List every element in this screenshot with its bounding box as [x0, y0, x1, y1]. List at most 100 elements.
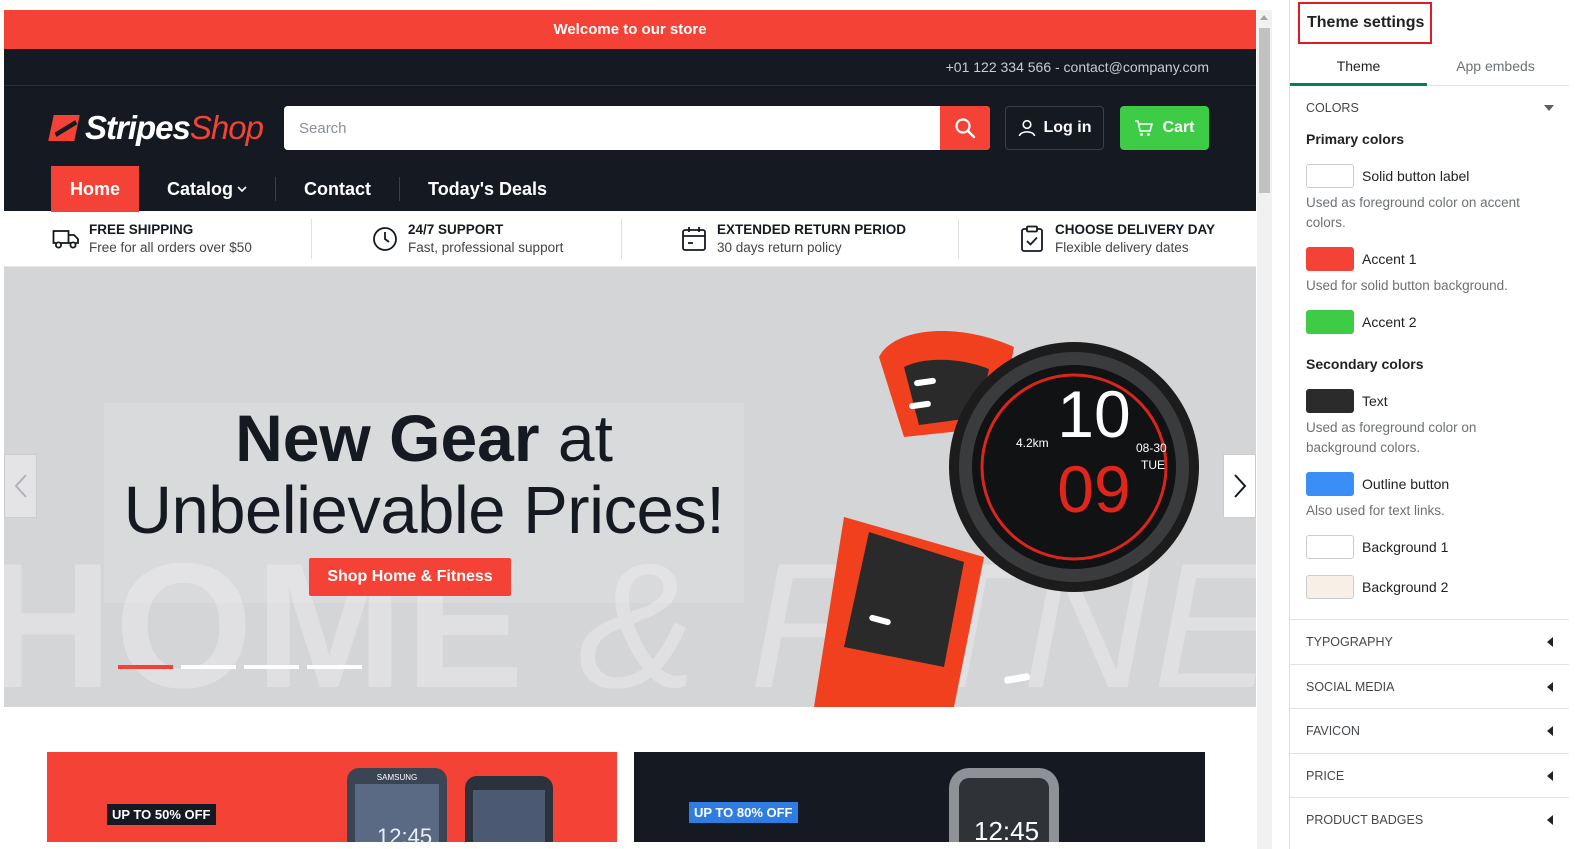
shop-home-fitness-button[interactable]: Shop Home & Fitness — [309, 558, 511, 596]
nav-item-home[interactable]: Home — [51, 166, 140, 212]
slider-next-button[interactable] — [1223, 454, 1256, 518]
tab-theme[interactable]: Theme — [1290, 46, 1427, 86]
section-colors-header[interactable]: COLORS — [1306, 100, 1554, 116]
slider-dot-1[interactable] — [118, 665, 173, 669]
promo-badge: UP TO 80% OFF — [689, 802, 798, 823]
tab-label: App embeds — [1456, 57, 1535, 74]
color-label: Outline button — [1362, 476, 1450, 492]
color-label: Background 2 — [1362, 579, 1449, 595]
caret-left-icon — [1547, 637, 1553, 647]
feature-free-shipping: FREE SHIPPING Free for all orders over $5… — [51, 219, 311, 259]
main-nav: Home Catalog Contact Today's Deals — [51, 166, 566, 212]
settings-tabs: Theme App embeds — [1290, 46, 1569, 86]
color-setting-accent-1: Accent 1 — [1306, 247, 1416, 271]
slider-dot-2[interactable] — [181, 665, 236, 669]
top-contact-bar: +01 122 334 566 - contact@company.com — [4, 49, 1256, 86]
phone-time-text: 12:45 — [377, 824, 432, 842]
promo-banner-phones[interactable]: SAMSUNG 12:45 UP TO 50% OFF — [47, 752, 617, 842]
caret-left-icon — [1547, 771, 1553, 781]
color-swatch[interactable] — [1306, 389, 1354, 413]
nav-item-label: Catalog — [167, 178, 234, 199]
nav-item-todays-deals[interactable]: Today's Deals — [409, 166, 566, 212]
color-swatch[interactable] — [1306, 535, 1354, 559]
section-label: TYPOGRAPHY — [1306, 635, 1393, 649]
watch-hours: 10 — [1057, 377, 1130, 451]
panel-scrollbar[interactable] — [1570, 0, 1588, 849]
color-setting-text: Text — [1306, 389, 1388, 413]
hero-headline: New Gear at — [4, 405, 844, 471]
nav-item-catalog[interactable]: Catalog — [148, 166, 266, 212]
color-help-text: Used for solid button background. — [1306, 278, 1508, 293]
announcement-bar: Welcome to our store — [4, 10, 1256, 49]
clipboard-check-icon — [1017, 224, 1047, 254]
slider-dot-4[interactable] — [307, 665, 362, 669]
color-swatch[interactable] — [1306, 164, 1354, 188]
login-label: Log in — [1043, 119, 1092, 136]
phone-brand-text: SAMSUNG — [377, 773, 417, 782]
watch-minutes: 09 — [1057, 452, 1130, 526]
slider-dots — [118, 665, 362, 669]
watch-distance: 4.2km — [1016, 436, 1049, 450]
user-icon — [1018, 119, 1035, 137]
nav-item-label: Home — [70, 178, 121, 199]
search-input[interactable] — [284, 106, 940, 150]
section-colors-label: COLORS — [1306, 101, 1359, 115]
color-label: Accent 1 — [1362, 251, 1417, 267]
nav-item-contact[interactable]: Contact — [285, 166, 390, 212]
section-price[interactable]: PRICE — [1290, 753, 1569, 798]
section-label: PRICE — [1306, 769, 1345, 783]
color-swatch[interactable] — [1306, 472, 1354, 496]
preview-scrollbar[interactable] — [1257, 10, 1272, 849]
color-label: Text — [1362, 393, 1388, 409]
feature-subtitle: Fast, professional support — [408, 240, 564, 255]
panel-title: Theme settings — [1298, 2, 1432, 44]
logo-mark-icon — [48, 115, 80, 141]
slider-dot-3[interactable] — [244, 665, 299, 669]
features-bar: FREE SHIPPING Free for all orders over $5… — [4, 211, 1256, 267]
cart-button[interactable]: Cart — [1120, 106, 1209, 150]
nav-divider — [399, 177, 401, 201]
calendar-icon — [679, 224, 709, 254]
gear-watch-time: 12:45 — [974, 816, 1039, 842]
section-favicon[interactable]: FAVICON — [1290, 708, 1569, 753]
truck-icon — [51, 224, 81, 254]
watch-day: TUE — [1141, 458, 1165, 472]
section-product-badges[interactable]: PRODUCT BADGES — [1290, 797, 1569, 842]
feature-subtitle: Free for all orders over $50 — [89, 240, 252, 255]
color-swatch[interactable] — [1306, 310, 1354, 334]
hero-subheadline: Unbelievable Prices! — [123, 473, 725, 548]
promo-banner-watches[interactable]: 12:45 UP TO 80% OFF — [634, 752, 1205, 842]
theme-settings-panel: Theme settings Theme App embeds COLORS P… — [1289, 0, 1589, 849]
chevron-down-icon — [237, 186, 247, 193]
search-button[interactable] — [940, 106, 990, 150]
feature-title: FREE SHIPPING — [89, 222, 194, 237]
search-bar — [284, 106, 990, 150]
logo-text-part1: Stripes — [85, 109, 191, 146]
color-setting-outline-button: Outline button — [1306, 472, 1449, 496]
promo-badge: UP TO 50% OFF — [107, 804, 216, 825]
theme-editor: Welcome to our store +01 122 334 566 - c… — [0, 0, 1589, 849]
secondary-colors-heading: Secondary colors — [1306, 356, 1424, 372]
feature-title: EXTENDED RETURN PERIOD — [717, 222, 907, 237]
section-social-media[interactable]: SOCIAL MEDIA — [1290, 664, 1569, 709]
color-swatch[interactable] — [1306, 247, 1354, 271]
store-logo[interactable]: StripesShop — [48, 106, 264, 150]
slider-prev-button[interactable] — [4, 454, 37, 518]
feature-subtitle: Flexible delivery dates — [1055, 240, 1189, 255]
hero-slider: HOME & FITNESS New Gear at Unbelievable … — [4, 267, 1256, 707]
preview-scrollbar-thumb[interactable] — [1259, 28, 1270, 193]
section-label: FAVICON — [1306, 724, 1360, 738]
nav-divider — [275, 177, 277, 201]
login-button[interactable]: Log in — [1005, 106, 1104, 150]
cart-label: Cart — [1162, 119, 1195, 136]
caret-left-icon — [1547, 682, 1553, 692]
color-setting-accent-2: Accent 2 — [1306, 310, 1416, 334]
feature-return-period: EXTENDED RETURN PERIOD 30 days return pol… — [622, 219, 958, 259]
store-preview: Welcome to our store +01 122 334 566 - c… — [4, 10, 1256, 849]
tab-app-embeds[interactable]: App embeds — [1427, 46, 1564, 85]
section-typography[interactable]: TYPOGRAPHY — [1290, 619, 1569, 664]
color-swatch[interactable] — [1306, 575, 1354, 599]
nav-item-label: Today's Deals — [428, 178, 548, 199]
scroll-up-arrow-icon[interactable] — [1260, 15, 1268, 20]
promo-banners: SAMSUNG 12:45 UP TO 50% OFF 12:45 UP TO … — [47, 752, 1205, 842]
